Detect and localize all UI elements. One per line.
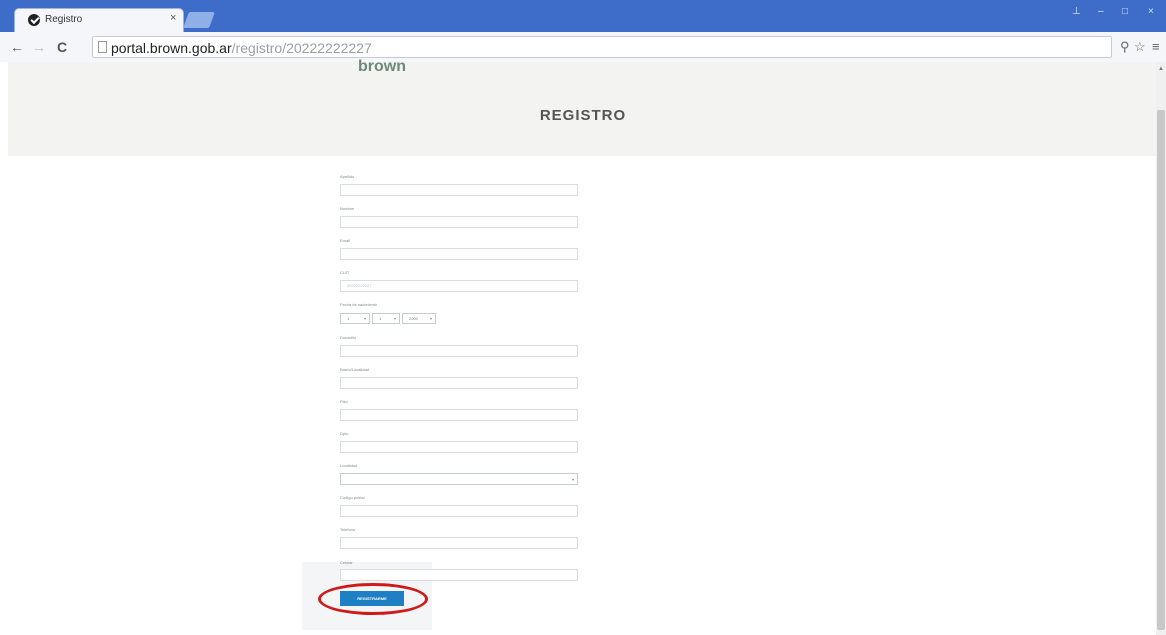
scrollbar-thumb[interactable] <box>1157 110 1165 630</box>
maximize-button[interactable]: □ <box>1122 6 1128 17</box>
minimize-button[interactable]: – <box>1098 6 1104 17</box>
label-cuit: CUIT <box>340 270 350 275</box>
url-text: portal.brown.gob.ar/registro/20222222227 <box>111 40 372 56</box>
label-dpto: Dpto <box>340 431 349 436</box>
label-email: Email <box>340 238 351 243</box>
page-title: REGISTRO <box>539 107 627 124</box>
scroll-up-icon[interactable]: ▲ <box>1158 66 1164 72</box>
label-piso: Piso <box>340 399 348 404</box>
apellido-input[interactable] <box>340 184 578 196</box>
user-icon[interactable]: ⊥ <box>1072 6 1081 17</box>
dpto-input[interactable] <box>340 441 578 453</box>
birth-month-select[interactable]: 1 ▾ <box>372 313 400 324</box>
label-domicilio: Domicilio <box>340 335 357 340</box>
label-barrio: Barrio/Localidad <box>340 367 369 372</box>
new-tab-button[interactable] <box>183 12 215 28</box>
piso-input[interactable] <box>340 409 578 421</box>
back-button[interactable]: ← <box>10 39 24 55</box>
address-bar[interactable]: portal.brown.gob.ar/registro/20222222227 <box>92 36 1112 58</box>
birth-day-select[interactable]: 1 ▾ <box>340 313 370 324</box>
browser-titlebar: Registro × ⊥ – □ × <box>0 0 1166 32</box>
browser-toolbar: ← → C portal.brown.gob.ar/registro/20222… <box>0 32 1166 63</box>
domicilio-input[interactable] <box>340 345 578 357</box>
label-localidad: Localidad <box>340 463 358 468</box>
nombre-input[interactable] <box>340 216 578 228</box>
label-codigo-postal: Codigo postal <box>340 495 365 500</box>
email-input[interactable] <box>340 248 578 260</box>
label-celular: Celular <box>340 560 353 565</box>
search-icon[interactable]: ⚲ <box>1120 39 1130 55</box>
birth-year-select[interactable]: 2000 ▾ <box>402 313 436 324</box>
tab-close-icon[interactable]: × <box>170 12 176 24</box>
telefono-input[interactable] <box>340 537 578 549</box>
reload-button[interactable]: C <box>57 39 67 55</box>
forward-button[interactable]: → <box>32 39 46 55</box>
bookmark-star-icon[interactable]: ☆ <box>1134 39 1146 55</box>
close-window-button[interactable]: × <box>1148 6 1154 17</box>
label-apellido: Apellido <box>340 174 355 179</box>
scrollbar[interactable]: ▲ <box>1156 62 1166 635</box>
menu-icon[interactable]: ≡ <box>1152 39 1160 54</box>
site-favicon-icon <box>28 14 40 26</box>
celular-input[interactable] <box>340 569 578 581</box>
barrio-input[interactable] <box>340 377 578 389</box>
label-fecha-nacimiento: Fecha de nacimiento <box>340 302 378 307</box>
site-logo[interactable]: brown <box>358 58 406 76</box>
codigo-postal-input[interactable] <box>340 505 578 517</box>
tab-title: Registro <box>45 14 83 25</box>
localidad-select[interactable]: ▾ <box>340 473 578 485</box>
label-nombre: Nombre <box>340 206 355 211</box>
page-content: brown REGISTRO ▲ Apellido Nombre Email C… <box>0 58 1166 635</box>
cuit-input[interactable]: 20222222227 <box>340 280 578 292</box>
label-telefono: Telefono <box>340 527 356 532</box>
red-highlight-circle <box>318 583 428 615</box>
tab-registro[interactable]: Registro × <box>14 8 184 32</box>
page-icon <box>98 41 107 53</box>
page-header: brown REGISTRO <box>8 58 1156 156</box>
cuit-placeholder: 20222222227 <box>347 283 372 288</box>
